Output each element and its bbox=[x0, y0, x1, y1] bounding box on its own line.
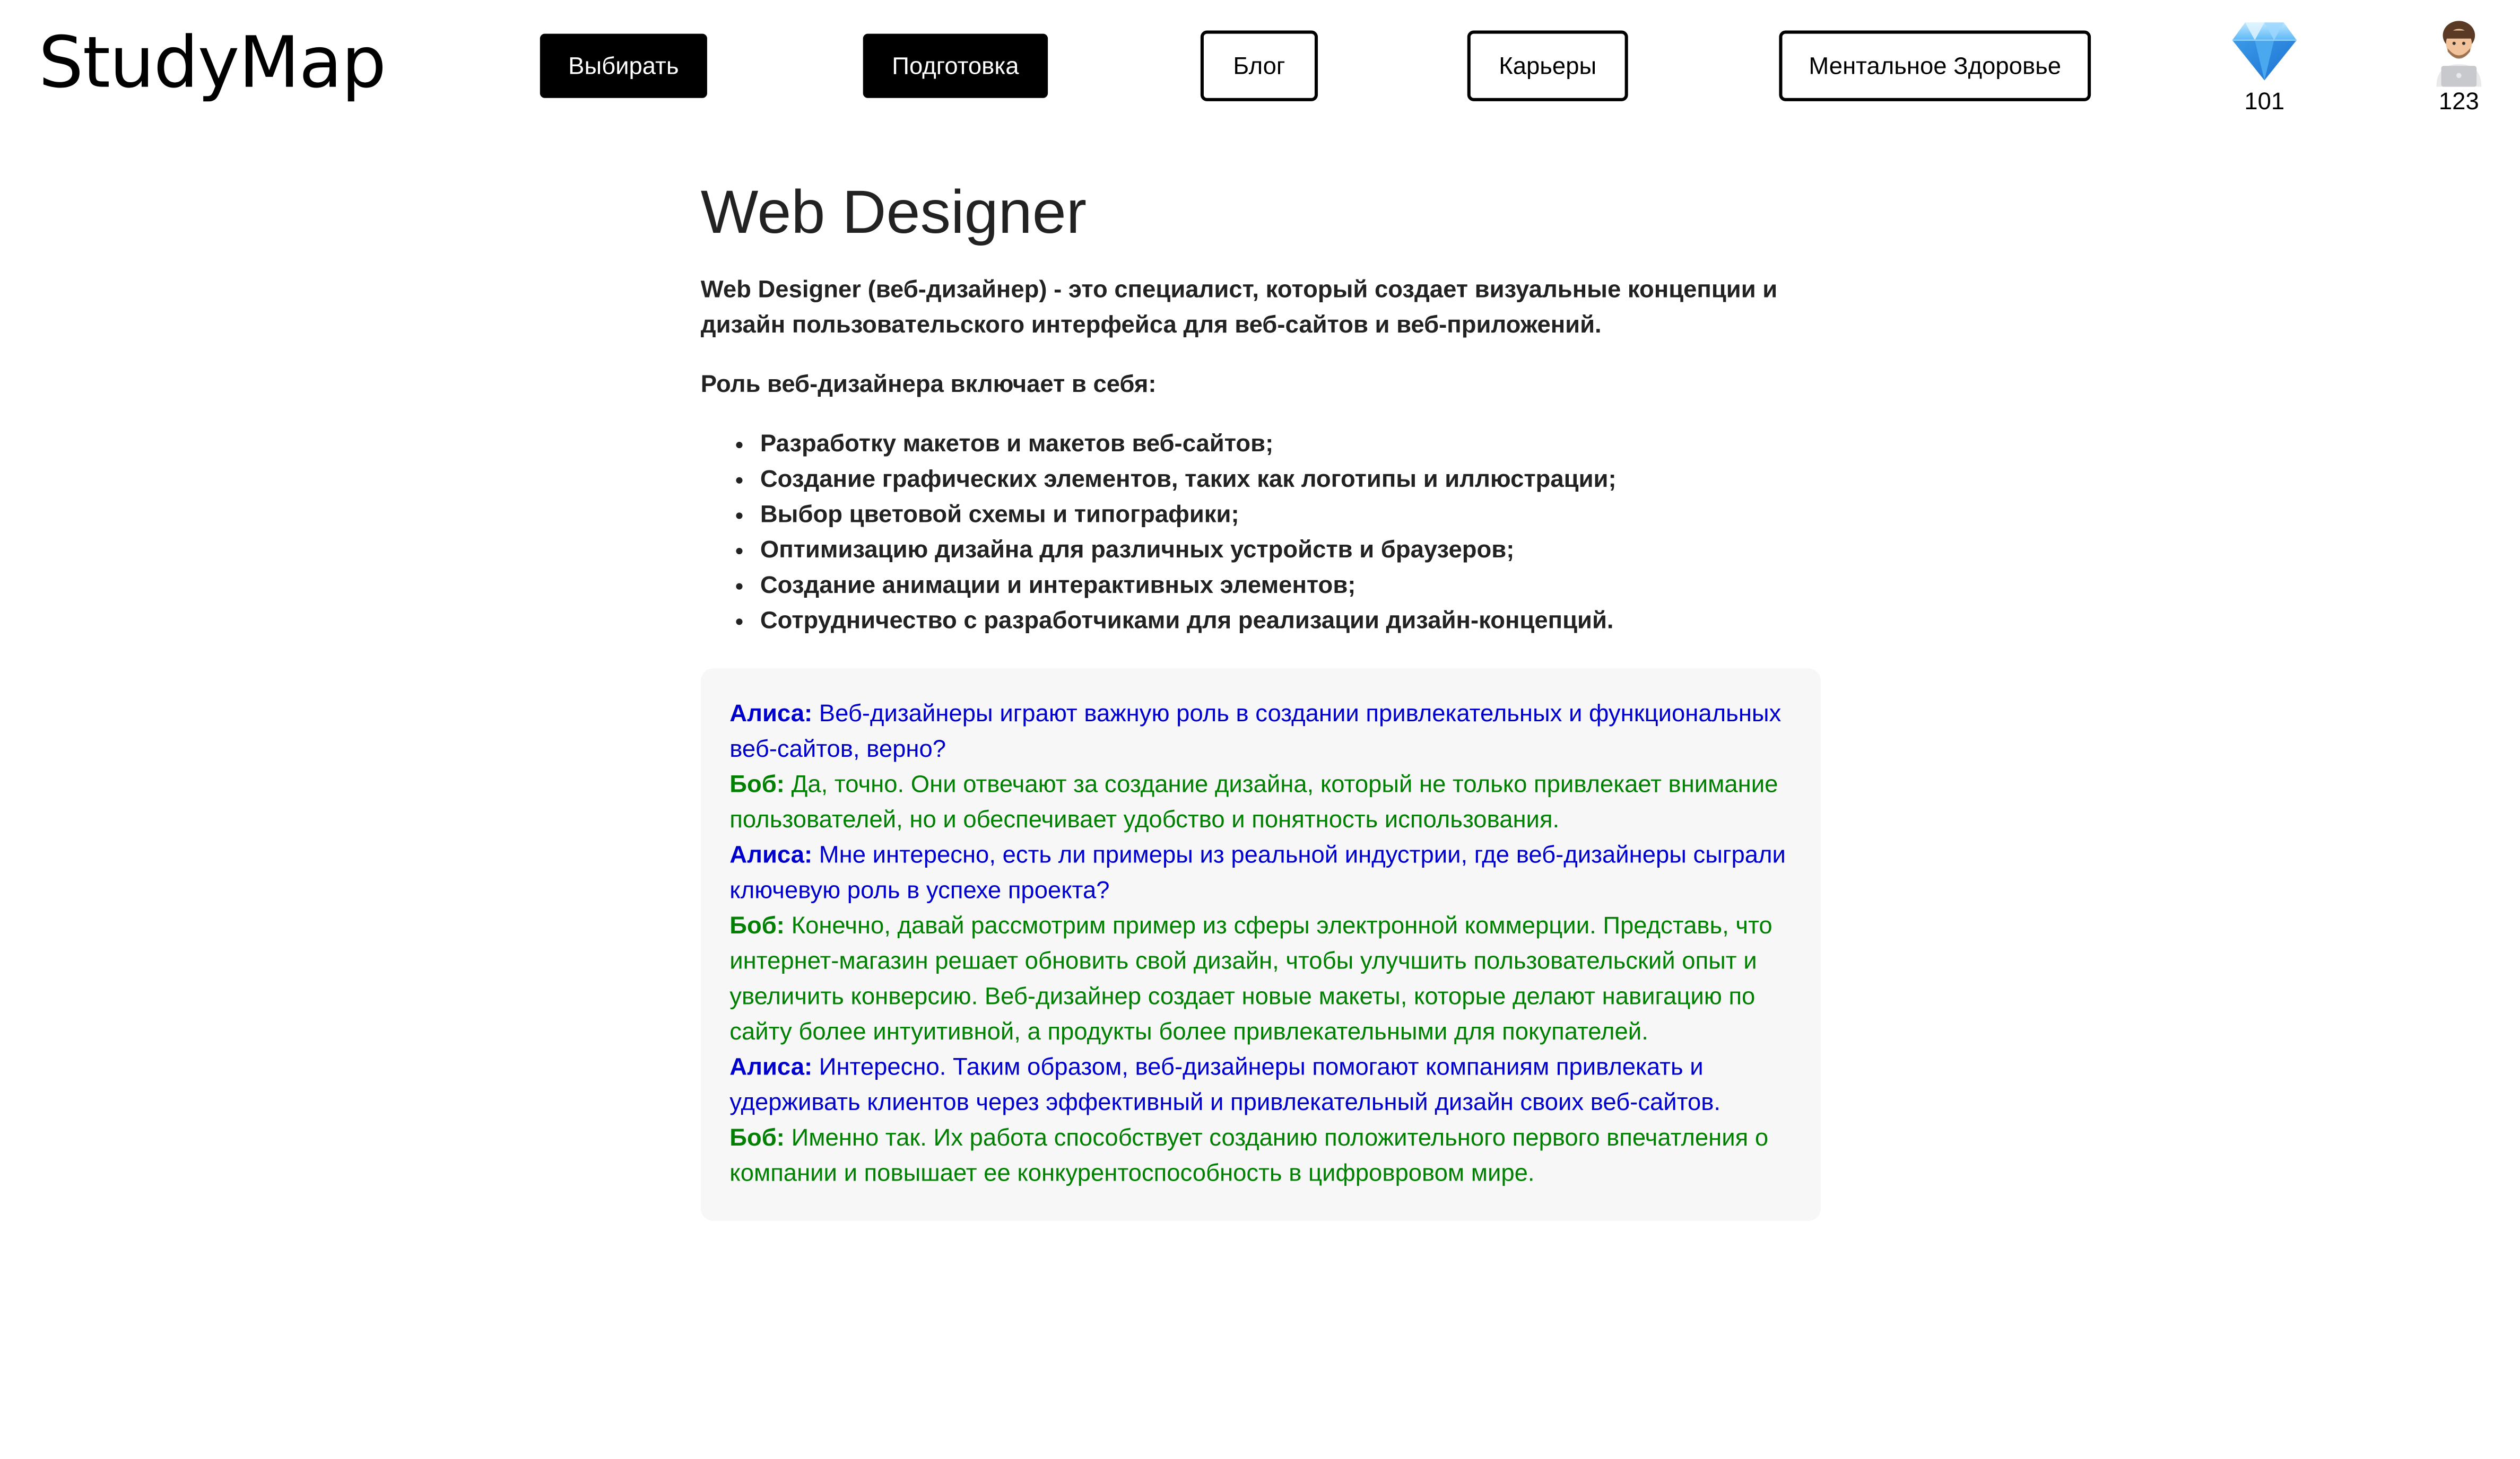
intro-paragraph: Web Designer (веб-дизайнер) - это специа… bbox=[700, 276, 1778, 339]
nav-button-blog[interactable]: Блог bbox=[1200, 30, 1318, 101]
dialog-line-bob: Боб: Конечно, давай рассмотрим пример из… bbox=[729, 910, 1792, 1051]
site-logo[interactable]: StudyMap bbox=[39, 22, 387, 106]
speaker-name: Боб: bbox=[729, 771, 785, 799]
speaker-name: Боб: bbox=[729, 1124, 785, 1152]
dialog-line-bob: Боб: Да, точно. Они отвечают за создание… bbox=[729, 768, 1792, 838]
gems-counter[interactable]: 101 bbox=[2216, 16, 2313, 117]
nav-button-preparation[interactable]: Подготовка bbox=[863, 33, 1048, 98]
speaker-name: Алиса: bbox=[729, 842, 813, 869]
article: Web Designer Web Designer (веб-дизайнер)… bbox=[700, 177, 1821, 1221]
speaker-name: Алиса: bbox=[729, 1054, 813, 1081]
list-item: Создание анимации и интерактивных элемен… bbox=[760, 569, 1821, 604]
list-item: Создание графических элементов, таких ка… bbox=[760, 462, 1821, 498]
dialog-text: Веб-дизайнеры играют важную роль в созда… bbox=[729, 700, 1782, 763]
list-item: Сотрудничество с разработчиками для реал… bbox=[760, 604, 1821, 640]
page: StudyMap Выбирать Подготовка Блог Карьер… bbox=[0, 0, 2520, 1459]
dialog-text: Конечно, давай рассмотрим пример из сфер… bbox=[729, 912, 1772, 1046]
dialog-text: Интересно. Таким образом, веб-дизайнеры … bbox=[729, 1054, 1721, 1117]
profile-count: 123 bbox=[2438, 88, 2479, 116]
profile-counter[interactable]: 123 bbox=[2411, 16, 2507, 117]
list-item: Оптимизацию дизайна для различных устрой… bbox=[760, 534, 1821, 569]
nav-button-mental-health[interactable]: Ментальное Здоровье bbox=[1779, 30, 2091, 101]
list-item: Выбор цветовой схемы и типографики; bbox=[760, 498, 1821, 534]
dialog-box: Алиса: Веб-дизайнеры играют важную роль … bbox=[700, 668, 1821, 1221]
dialog-text: Да, точно. Они отвечают за создание диза… bbox=[729, 771, 1778, 834]
speaker-name: Боб: bbox=[729, 912, 785, 940]
dialog-line-alice: Алиса: Интересно. Таким образом, веб-диз… bbox=[729, 1051, 1792, 1121]
dialog-text: Именно так. Их работа способствует созда… bbox=[729, 1124, 1769, 1187]
role-list: Разработку макетов и макетов веб-сайтов;… bbox=[701, 427, 1821, 640]
nav-button-careers[interactable]: Карьеры bbox=[1467, 30, 1628, 101]
dialog-line-alice: Алиса: Веб-дизайнеры играют важную роль … bbox=[729, 697, 1792, 768]
list-item: Разработку макетов и макетов веб-сайтов; bbox=[760, 427, 1821, 463]
gem-icon bbox=[2232, 22, 2297, 81]
speaker-name: Алиса: bbox=[729, 700, 813, 728]
dialog-text: Мне интересно, есть ли примеры из реальн… bbox=[729, 842, 1786, 905]
dialog-line-alice: Алиса: Мне интересно, есть ли примеры из… bbox=[729, 838, 1792, 909]
avatar-icon bbox=[2436, 21, 2482, 87]
gems-count: 101 bbox=[2244, 88, 2285, 116]
role-heading: Роль веб-дизайнера включает в себя: bbox=[700, 371, 1157, 399]
dialog-line-bob: Боб: Именно так. Их работа способствует … bbox=[729, 1121, 1792, 1192]
page-title: Web Designer bbox=[700, 180, 1087, 248]
nav-button-choose[interactable]: Выбирать bbox=[540, 33, 707, 98]
